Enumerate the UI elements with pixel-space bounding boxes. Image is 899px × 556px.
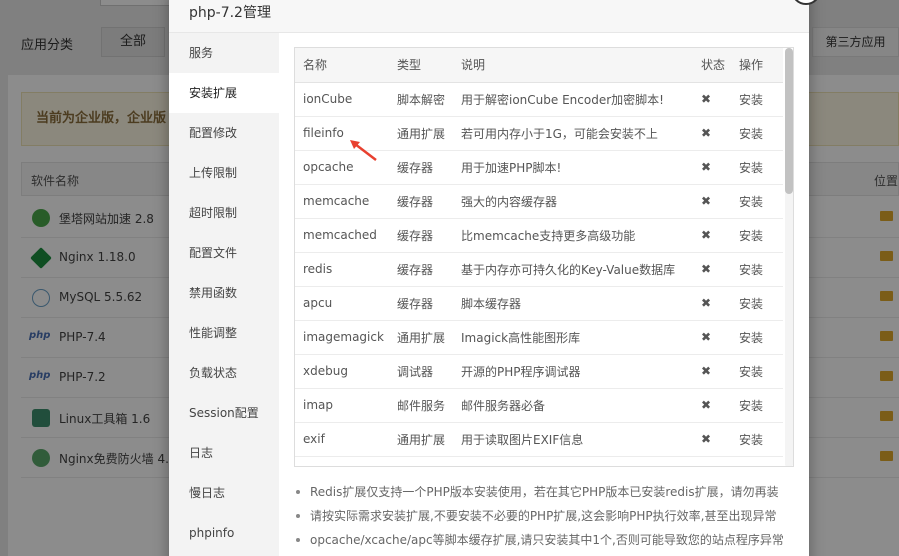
table-row: memcached 缓存器 比memcache支持更多高级功能 ✖ 安装 [295, 218, 783, 253]
table-row: imagemagick 通用扩展 Imagick高性能图形库 ✖ 安装 [295, 320, 783, 355]
red-arrow-annotation [350, 140, 377, 161]
sidebar-item[interactable]: 慢日志 [169, 473, 279, 513]
extension-type: 缓存器 [389, 150, 453, 185]
sidebar-item[interactable]: 服务 [169, 33, 279, 73]
sidebar-item[interactable]: 性能调整 [169, 313, 279, 353]
table-row: xdebug 调试器 开源的PHP程序调试器 ✖ 安装 [295, 354, 783, 389]
sidebar-item[interactable]: Session配置 [169, 393, 279, 433]
table-row: apcu 缓存器 脚本缓存器 ✖ 安装 [295, 286, 783, 321]
status-not-installed-icon: ✖ [693, 320, 731, 355]
sidebar-item[interactable]: 上传限制 [169, 153, 279, 193]
php-manage-dialog: php-7.2管理 服务 安装扩展 配置修改 上传限制 超时限制 配置文件 禁用函数 性能调整… [169, 0, 821, 556]
extension-name: imagemagick [295, 320, 389, 355]
extension-name: memcached [295, 218, 389, 253]
install-link[interactable]: 安装 [731, 150, 783, 185]
sidebar-item[interactable]: 超时限制 [169, 193, 279, 233]
extension-description: 强大的内容缓存器 [453, 184, 693, 219]
status-not-installed-icon: ✖ [693, 286, 731, 321]
status-not-installed-icon: ✖ [693, 388, 731, 423]
install-link[interactable]: 安装 [731, 422, 783, 457]
table-row: ionCube 脚本解密 用于解密ionCube Encoder加密脚本! ✖ 安装 [295, 82, 783, 117]
extension-description: 邮件服务器必备 [453, 388, 693, 423]
extension-description: Imagick高性能图形库 [453, 320, 693, 355]
status-not-installed-icon: ✖ [693, 150, 731, 185]
extension-name: imap [295, 388, 389, 423]
extension-name: ionCube [295, 82, 389, 117]
extensions-table-header: 名称 类型 说明 状态 操作 [295, 48, 783, 83]
extension-type: 调试器 [389, 354, 453, 389]
table-row: imap 邮件服务 邮件服务器必备 ✖ 安装 [295, 388, 783, 423]
status-not-installed-icon: ✖ [693, 184, 731, 219]
install-link[interactable]: 安装 [731, 184, 783, 219]
sidebar-item[interactable]: phpinfo [169, 513, 279, 553]
install-link[interactable]: 安装 [731, 252, 783, 287]
header-type: 类型 [389, 48, 453, 83]
extension-type: 缓存器 [389, 184, 453, 219]
table-row: memcache 缓存器 强大的内容缓存器 ✖ 安装 [295, 184, 783, 219]
dialog-title: php-7.2管理 [169, 0, 809, 33]
status-not-installed-icon: ✖ [693, 354, 731, 389]
extension-type: 脚本解密 [389, 82, 453, 117]
sidebar-item[interactable]: 禁用函数 [169, 273, 279, 313]
extension-type: 缓存器 [389, 286, 453, 321]
status-not-installed-icon: ✖ [693, 422, 731, 457]
header-action: 操作 [731, 48, 783, 83]
extension-name: exif [295, 422, 389, 457]
install-link[interactable]: 安装 [731, 218, 783, 253]
status-not-installed-icon: ✖ [693, 252, 731, 287]
extension-name: redis [295, 252, 389, 287]
install-link[interactable]: 安装 [731, 116, 783, 151]
install-link[interactable]: 安装 [731, 354, 783, 389]
header-name: 名称 [295, 48, 389, 83]
notes-list: Redis扩展仅支持一个PHP版本安装使用，若在其它PHP版本已安装redis扩… [294, 480, 794, 552]
extension-name: apcu [295, 286, 389, 321]
table-scrollbar[interactable] [785, 48, 793, 466]
extension-description: 基于内存亦可持久化的Key-Value数据库 [453, 252, 693, 287]
extension-description: 用于读取图片EXIF信息 [453, 422, 693, 457]
install-link[interactable]: 安装 [731, 320, 783, 355]
extension-type: 邮件服务 [389, 388, 453, 423]
note-item: opcache/xcache/apc等脚本缓存扩展,请只安装其中1个,否则可能导… [294, 528, 794, 552]
install-link[interactable]: 安装 [731, 388, 783, 423]
table-row: exif 通用扩展 用于读取图片EXIF信息 ✖ 安装 [295, 422, 783, 457]
sidebar-item[interactable]: 配置修改 [169, 113, 279, 153]
sidebar-item[interactable]: 安装扩展 [169, 73, 279, 113]
extension-description: 用于加速PHP脚本! [453, 150, 693, 185]
extension-description: 用于解密ionCube Encoder加密脚本! [453, 82, 693, 117]
status-not-installed-icon: ✖ [693, 82, 731, 117]
sidebar-item[interactable]: 负载状态 [169, 353, 279, 393]
extension-type: 通用扩展 [389, 422, 453, 457]
extension-type: 缓存器 [389, 252, 453, 287]
note-item: Redis扩展仅支持一个PHP版本安装使用，若在其它PHP版本已安装redis扩… [294, 480, 794, 504]
extension-type: 通用扩展 [389, 116, 453, 151]
extension-description: 开源的PHP程序调试器 [453, 354, 693, 389]
install-link[interactable]: 安装 [731, 82, 783, 117]
install-link[interactable]: 安装 [731, 286, 783, 321]
extension-description: 比memcache支持更多高级功能 [453, 218, 693, 253]
header-status: 状态 [693, 48, 731, 83]
extension-description: 脚本缓存器 [453, 286, 693, 321]
extension-type: 通用扩展 [389, 320, 453, 355]
status-not-installed-icon: ✖ [693, 116, 731, 151]
extension-name: xdebug [295, 354, 389, 389]
extensions-table-container: 名称 类型 说明 状态 操作 ionCube 脚本解密 用于解密ionCube En… [294, 47, 794, 467]
table-row: redis 缓存器 基于内存亦可持久化的Key-Value数据库 ✖ 安装 [295, 252, 783, 287]
sidebar-item[interactable]: 日志 [169, 433, 279, 473]
settings-sidebar: 服务 安装扩展 配置修改 上传限制 超时限制 配置文件 禁用函数 性能调整 负载状态 Sessio… [169, 33, 279, 556]
sidebar-item[interactable]: 配置文件 [169, 233, 279, 273]
status-not-installed-icon: ✖ [693, 218, 731, 253]
note-item: 请按实际需求安装扩展,不要安装不必要的PHP扩展,这会影响PHP执行效率,甚至出… [294, 504, 794, 528]
scrollbar-thumb[interactable] [785, 48, 793, 194]
extension-name: memcache [295, 184, 389, 219]
header-description: 说明 [453, 48, 693, 83]
extension-description: 若可用内存小于1G，可能会安装不上 [453, 116, 693, 151]
extensions-table: 名称 类型 说明 状态 操作 ionCube 脚本解密 用于解密ionCube En… [295, 48, 783, 457]
extension-type: 缓存器 [389, 218, 453, 253]
